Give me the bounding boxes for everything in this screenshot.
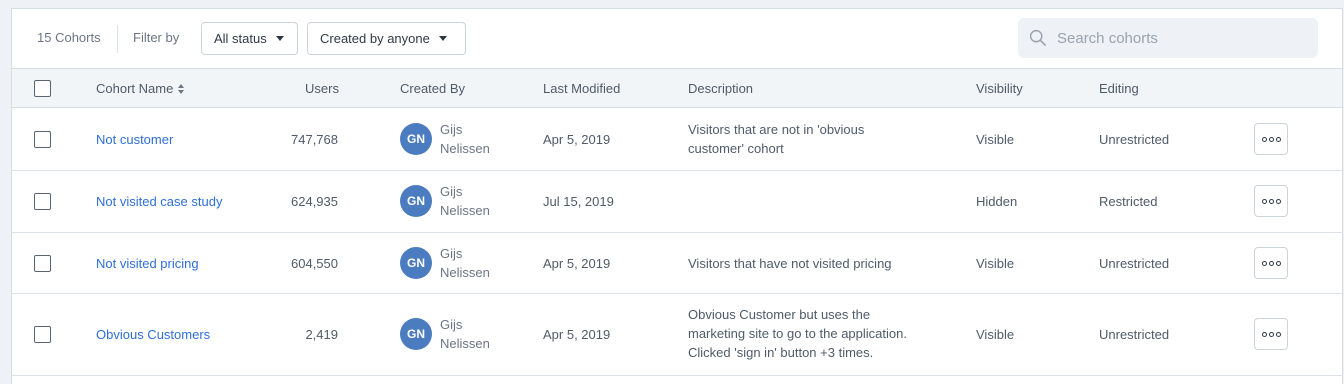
creator-last-name: Nelissen	[440, 265, 490, 280]
toolbar-divider	[117, 25, 118, 53]
column-label: Cohort Name	[96, 81, 174, 96]
description-line: customer' cohort	[688, 141, 784, 156]
filter-label: Filter by	[133, 30, 180, 45]
last-modified: Apr 5, 2019	[543, 132, 611, 147]
editing: Unrestricted	[1099, 132, 1170, 147]
creator-name: Gijs Nelissen	[440, 315, 490, 353]
more-options-dot	[1268, 136, 1274, 142]
cohort-name-link[interactable]: Not visited pricing	[96, 254, 199, 273]
avatar: GN	[400, 123, 432, 155]
search-input[interactable]	[1057, 29, 1307, 47]
user-count: 604,550	[291, 256, 338, 271]
column-header-created-by: Created By	[400, 81, 466, 96]
editing: Restricted	[1099, 194, 1158, 209]
description: Obvious Customer but uses the marketing …	[688, 305, 907, 362]
creator-name: Gijs Nelissen	[440, 182, 490, 220]
column-header-last-modified: Last Modified	[543, 81, 621, 96]
description-line: Obvious Customer but uses the	[688, 307, 871, 322]
avatar: GN	[400, 185, 432, 217]
visibility: Visible	[976, 132, 1015, 147]
creator-first-name: Gijs	[440, 122, 463, 137]
more-options-button[interactable]	[1254, 185, 1288, 217]
visibility: Hidden	[976, 194, 1018, 209]
description: Visitors that are not in 'obvious custom…	[688, 120, 864, 158]
user-count: 624,935	[291, 194, 338, 209]
cohorts-panel: 15 Cohorts Filter by All status Created …	[11, 8, 1343, 384]
more-options-button[interactable]	[1254, 247, 1288, 279]
search-icon	[1029, 29, 1047, 47]
cohort-name-link[interactable]: Not customer	[96, 130, 173, 149]
row-checkbox[interactable]	[34, 255, 51, 272]
column-header-editing: Editing	[1099, 81, 1139, 96]
status-filter-dropdown[interactable]: All status	[201, 22, 298, 55]
more-options-icon	[1261, 331, 1267, 337]
creator-first-name: Gijs	[440, 246, 463, 261]
description-line: Visitors that are not in 'obvious	[688, 122, 865, 137]
table-header: Cohort Name Users Created By Last Modifi…	[12, 68, 1342, 108]
table-row: Not visited pricing 604,550 GN Gijs Neli…	[12, 233, 1342, 294]
column-header-cohort-name[interactable]: Cohort Name	[96, 81, 185, 96]
created-by-filter-label: Created by anyone	[320, 31, 430, 46]
creator-first-name: Gijs	[440, 317, 463, 332]
search-box	[1018, 18, 1318, 58]
visibility: Visible	[976, 327, 1015, 342]
creator-last-name: Nelissen	[440, 336, 490, 351]
cohort-name-link[interactable]: Not visited case study	[96, 192, 222, 211]
more-options-dot	[1275, 136, 1281, 142]
column-header-visibility: Visibility	[976, 81, 1023, 96]
table-row: Not customer 747,768 GN Gijs Nelissen Ap…	[12, 108, 1342, 171]
last-modified: Apr 5, 2019	[543, 327, 611, 342]
description-line: Clicked 'sign in' button +3 times.	[688, 345, 874, 360]
last-modified: Apr 5, 2019	[543, 256, 611, 271]
row-checkbox[interactable]	[34, 326, 51, 343]
description-line: Visitors that have not visited pricing	[688, 256, 892, 271]
creator-last-name: Nelissen	[440, 203, 490, 218]
creator-last-name: Nelissen	[440, 141, 490, 156]
last-modified: Jul 15, 2019	[543, 194, 614, 209]
more-options-dot	[1268, 198, 1274, 204]
table-row: Not visited case study 624,935 GN Gijs N…	[12, 171, 1342, 233]
caret-down-icon	[275, 36, 284, 41]
caret-down-icon	[438, 36, 447, 41]
avatar: GN	[400, 318, 432, 350]
editing: Unrestricted	[1099, 256, 1170, 271]
status-filter-label: All status	[214, 31, 267, 46]
more-options-icon	[1261, 198, 1267, 204]
editing: Unrestricted	[1099, 327, 1170, 342]
more-options-dot	[1275, 260, 1281, 266]
description: Visitors that have not visited pricing	[688, 254, 892, 273]
cohort-name-link[interactable]: Obvious Customers	[96, 325, 210, 344]
more-options-icon	[1261, 260, 1267, 266]
more-options-dot	[1268, 260, 1274, 266]
select-all-checkbox[interactable]	[34, 80, 51, 97]
cohort-count: 15 Cohorts	[37, 30, 101, 45]
more-options-icon	[1261, 136, 1267, 142]
creator-name: Gijs Nelissen	[440, 244, 490, 282]
column-header-users: Users	[305, 81, 339, 96]
toolbar: 15 Cohorts Filter by All status Created …	[12, 9, 1342, 68]
user-count: 747,768	[291, 132, 338, 147]
creator-first-name: Gijs	[440, 184, 463, 199]
more-options-dot	[1275, 331, 1281, 337]
row-checkbox[interactable]	[34, 193, 51, 210]
more-options-dot	[1268, 331, 1274, 337]
sort-icon	[178, 83, 185, 94]
column-header-description: Description	[688, 81, 754, 96]
more-options-button[interactable]	[1254, 318, 1288, 350]
row-checkbox[interactable]	[34, 131, 51, 148]
table-row: Obvious Customers 2,419 GN Gijs Nelissen…	[12, 294, 1342, 376]
user-count: 2,419	[305, 327, 338, 342]
avatar: GN	[400, 247, 432, 279]
created-by-filter-dropdown[interactable]: Created by anyone	[307, 22, 466, 55]
more-options-button[interactable]	[1254, 123, 1288, 155]
visibility: Visible	[976, 256, 1015, 271]
more-options-dot	[1275, 198, 1281, 204]
description-line: marketing site to go to the application.	[688, 326, 907, 341]
creator-name: Gijs Nelissen	[440, 120, 490, 158]
